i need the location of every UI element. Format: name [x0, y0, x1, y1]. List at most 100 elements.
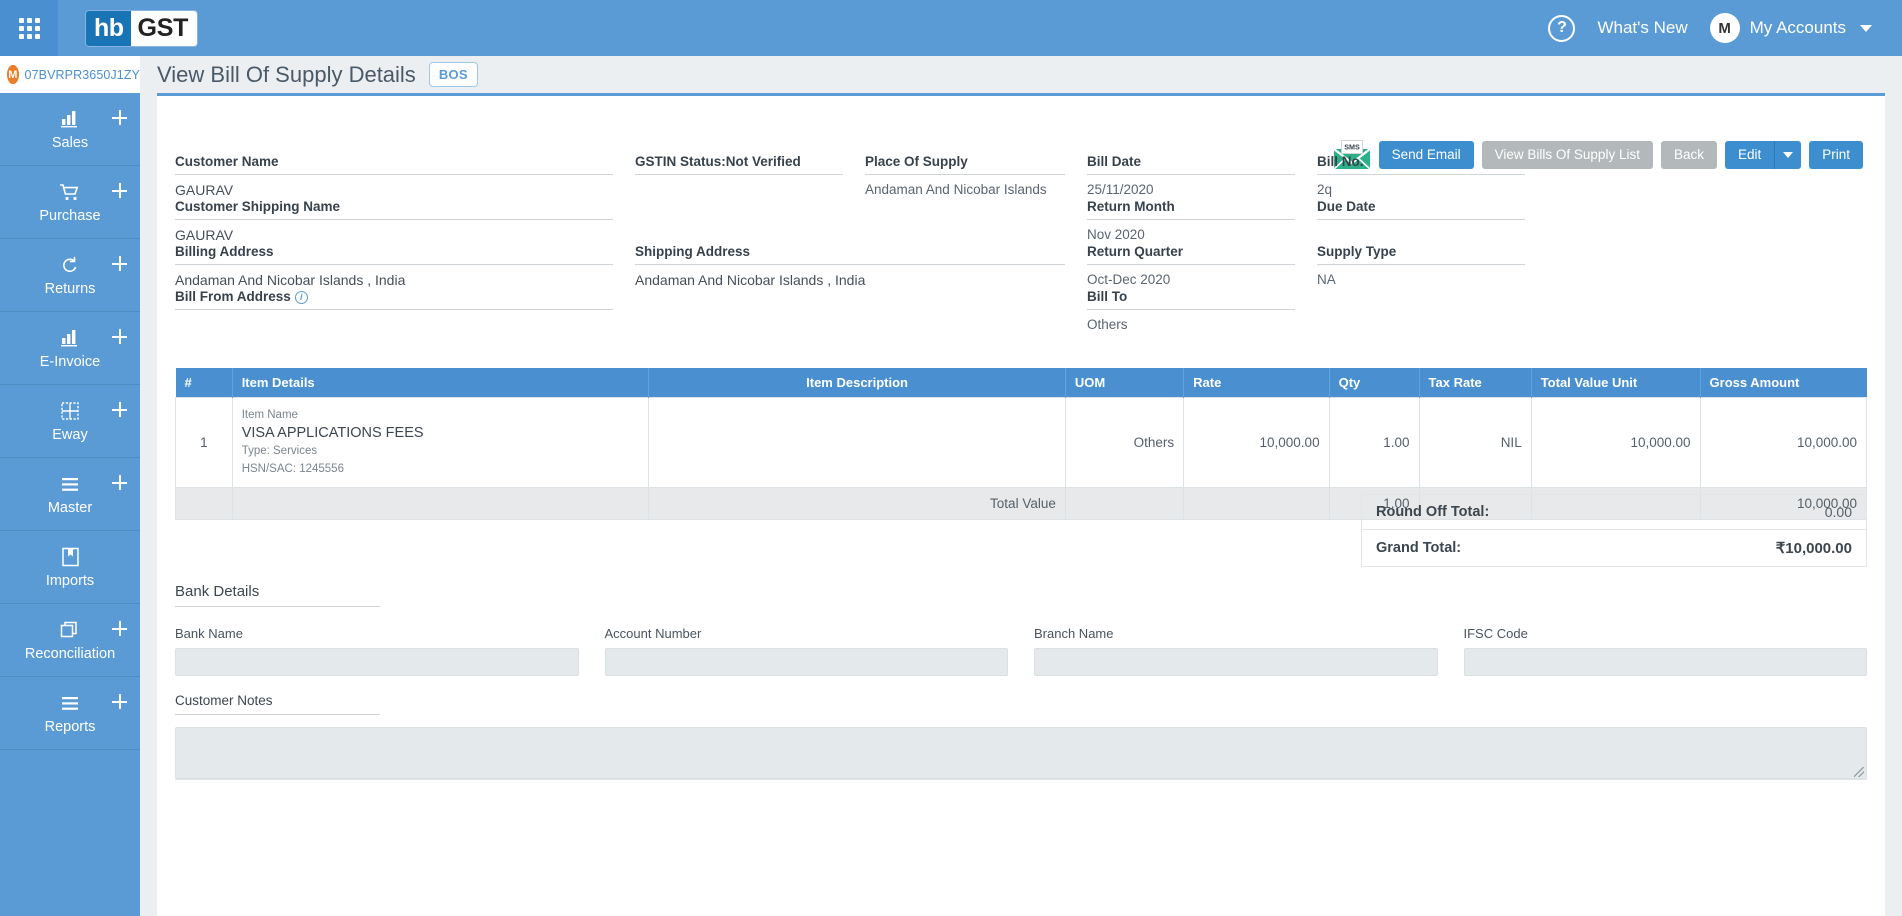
sidebar-item-imports[interactable]: Imports [0, 531, 140, 604]
ifsc-code-input[interactable] [1463, 648, 1867, 676]
details-row-4: Bill From Address i Bill To Others [175, 289, 1867, 334]
field-label: Customer Name [175, 154, 613, 175]
status-badge: BOS [428, 62, 478, 87]
sidebar-add-purchase-button[interactable] [112, 183, 127, 198]
cell-uom: Others [1064, 397, 1185, 488]
chevron-down-icon [1860, 24, 1872, 32]
sidebar-gstin-chip[interactable]: M 07BVRPR3650J1ZY [0, 56, 140, 93]
customer-notes-field[interactable] [175, 727, 1867, 779]
col-qty: Qty [1329, 368, 1420, 398]
sidebar-item-purchase[interactable]: Purchase [0, 166, 140, 239]
field-value: GAURAV [175, 182, 234, 198]
apps-grid-icon [18, 17, 40, 39]
sidebar-item-label: Imports [45, 573, 95, 589]
sidebar-item-eway[interactable]: Eway [0, 385, 140, 458]
field-label: Branch Name [1034, 626, 1114, 641]
sidebar-add-eway-button[interactable] [112, 402, 127, 417]
round-off-total-value: 0.00 [1824, 504, 1852, 520]
branch-name-input[interactable] [1034, 648, 1438, 676]
bookmark-book-icon [61, 545, 80, 569]
resize-handle-icon[interactable] [1854, 767, 1864, 777]
field-value: Oct-Dec 2020 [1087, 272, 1171, 287]
table-row: 1 Item Name VISA APPLICATIONS FEES Type:… [175, 397, 1868, 488]
spacer-cell [1317, 289, 1547, 334]
details-row-3: Billing Address Andaman And Nicobar Isla… [175, 244, 1867, 289]
sidebar-add-returns-button[interactable] [112, 256, 127, 271]
spacer-cell [635, 289, 1087, 334]
field-label: Bank Name [175, 626, 243, 641]
gstin-label: 07BVRPR3650J1ZY [24, 67, 140, 82]
field-value: 2q [1317, 182, 1333, 197]
sidebar-add-master-button[interactable] [112, 475, 127, 490]
total-spacer [175, 486, 233, 520]
hamburger-icon [60, 691, 80, 715]
sidebar-item-sales[interactable]: Sales [0, 93, 140, 166]
page-header: View Bill Of Supply Details BOS [157, 56, 1902, 93]
field-label: Account Number [604, 626, 702, 641]
my-accounts-menu[interactable]: M My Accounts [1709, 13, 1872, 43]
round-off-total-row: Round Off Total: 0.00 [1362, 495, 1866, 530]
sidebar-add-reports-button[interactable] [112, 694, 127, 709]
shopping-cart-icon [59, 180, 81, 204]
grid-dashed-icon [60, 399, 80, 423]
bar-chart-icon [60, 326, 80, 350]
sidebar-item-label: Master [47, 500, 93, 516]
grand-total-value: ₹10,000.00 [1775, 540, 1852, 557]
field-label: Return Quarter [1087, 244, 1295, 265]
field-label-text: Bill From Address [175, 289, 291, 304]
sidebar-item-label: Returns [44, 281, 96, 297]
field-bill-to: Bill To Others [1087, 289, 1317, 334]
item-name-value: VISA APPLICATIONS FEES [241, 425, 424, 442]
sidebar-add-reconciliation-button[interactable] [112, 621, 127, 636]
sidebar-item-label: Eway [52, 427, 88, 443]
field-value: Andaman And Nicobar Islands , India [635, 272, 866, 288]
details-row-2: Customer Shipping Name GAURAV Return Mon… [175, 199, 1867, 244]
hamburger-icon [60, 472, 80, 496]
refresh-cycle-icon [60, 253, 80, 277]
app-logo[interactable]: hb GST [86, 10, 198, 46]
sidebar-item-reconciliation[interactable]: Reconciliation [0, 604, 140, 677]
account-name-label: My Accounts [1749, 18, 1846, 37]
field-return-month: Return Month Nov 2020 [1087, 199, 1317, 244]
sidebar-item-e-invoice[interactable]: E-Invoice [0, 312, 140, 385]
top-bar: hb GST ? What's New M My Accounts [0, 0, 1902, 56]
round-off-total-label: Round Off Total: [1376, 504, 1490, 520]
field-place-of-supply: Place Of Supply Andaman And Nicobar Isla… [865, 154, 1087, 199]
field-label: IFSC Code [1463, 626, 1528, 641]
bar-chart-icon [60, 107, 80, 131]
sidebar-item-returns[interactable]: Returns [0, 239, 140, 312]
field-ifsc-code: IFSC Code [1463, 626, 1867, 676]
whats-new-link[interactable]: What's New [1597, 18, 1687, 38]
field-label: Bill From Address i [175, 289, 613, 310]
cell-gross-amount: 10,000.00 [1699, 397, 1868, 488]
cell-qty: 1.00 [1328, 397, 1420, 488]
logo-gst-text: GST [130, 10, 198, 46]
total-spacer [1183, 486, 1330, 520]
sidebar-item-master[interactable]: Master [0, 458, 140, 531]
field-label: Customer Shipping Name [175, 199, 613, 220]
sidebar-add-e-invoice-button[interactable] [112, 329, 127, 344]
field-value: Others [1087, 317, 1128, 332]
col-uom: UOM [1065, 368, 1185, 398]
top-bar-right-group: ? What's New M My Accounts [1548, 13, 1902, 43]
sidebar-add-sales-button[interactable] [112, 110, 127, 125]
field-value: Andaman And Nicobar Islands , India [175, 272, 406, 288]
total-value-label: Total Value [648, 486, 1066, 520]
copy-layers-icon [60, 618, 80, 642]
field-return-quarter: Return Quarter Oct-Dec 2020 [1087, 244, 1317, 289]
info-icon[interactable]: i [294, 291, 308, 304]
sidebar-item-label: Reconciliation [24, 646, 116, 662]
account-number-input[interactable] [604, 648, 1008, 676]
col-total-value-unit: Total Value Unit [1531, 368, 1701, 398]
col-item-details: Item Details [232, 368, 650, 398]
field-branch-name: Branch Name [1034, 626, 1438, 676]
apps-launcher-button[interactable] [0, 0, 58, 56]
field-shipping-address: Shipping Address Andaman And Nicobar Isl… [635, 244, 1087, 289]
help-icon[interactable]: ? [1548, 14, 1576, 42]
field-label: Supply Type [1317, 244, 1525, 265]
item-name-label: Item Name [241, 409, 298, 421]
totals-panel: Round Off Total: 0.00 Grand Total: ₹10,0… [1361, 494, 1867, 567]
sidebar-item-reports[interactable]: Reports [0, 677, 140, 750]
field-value: Andaman And Nicobar Islands [865, 182, 1047, 197]
bank-name-input[interactable] [175, 648, 579, 676]
